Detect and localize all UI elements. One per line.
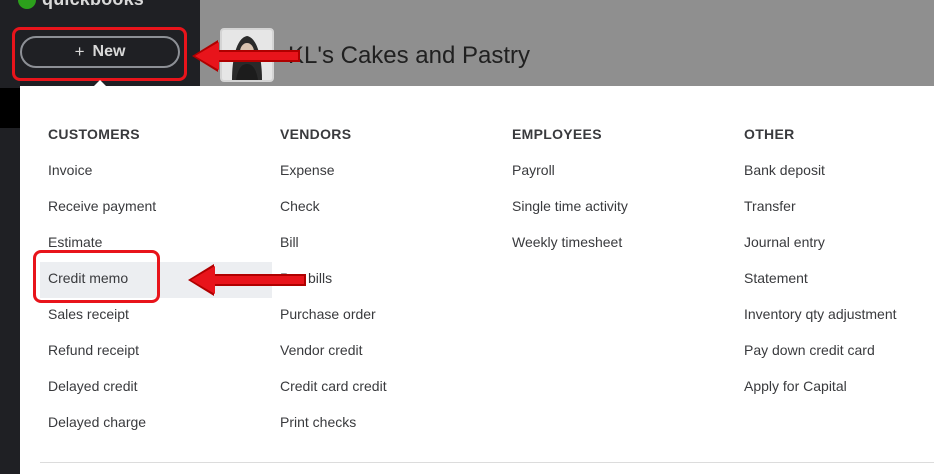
menu-item-vendor-credit[interactable]: Vendor credit	[280, 342, 387, 378]
menu-item-delayed-charge[interactable]: Delayed charge	[48, 414, 156, 450]
menu-item-refund-receipt[interactable]: Refund receipt	[48, 342, 156, 378]
menu-item-apply-for-capital[interactable]: Apply for Capital	[744, 378, 897, 414]
menu-item-sales-receipt[interactable]: Sales receipt	[48, 306, 156, 342]
menu-item-purchase-order[interactable]: Purchase order	[280, 306, 387, 342]
menu-item-expense[interactable]: Expense	[280, 162, 387, 198]
menu-item-invoice[interactable]: Invoice	[48, 162, 156, 198]
menu-item-transfer[interactable]: Transfer	[744, 198, 897, 234]
menu-item-print-checks[interactable]: Print checks	[280, 414, 387, 450]
menu-item-weekly-timesheet[interactable]: Weekly timesheet	[512, 234, 628, 270]
new-button-callout	[12, 27, 187, 81]
column-heading-employees: EMPLOYEES	[512, 126, 602, 142]
menu-column-vendors: VENDORS Expense Check Bill Pay bills Pur…	[280, 126, 387, 450]
credit-memo-callout	[33, 250, 160, 303]
quickbooks-logo-icon	[18, 0, 36, 9]
column-heading-other: OTHER	[744, 126, 795, 142]
menu-item-credit-card-credit[interactable]: Credit card credit	[280, 378, 387, 414]
menu-item-payroll[interactable]: Payroll	[512, 162, 628, 198]
menu-item-statement[interactable]: Statement	[744, 270, 897, 306]
menu-item-check[interactable]: Check	[280, 198, 387, 234]
menu-item-bill[interactable]: Bill	[280, 234, 387, 270]
avatar-photo-icon	[222, 30, 272, 80]
sidebar-strip	[0, 88, 20, 128]
menu-column-employees: EMPLOYEES Payroll Single time activity W…	[512, 126, 628, 270]
company-name: KL's Cakes and Pastry	[288, 42, 531, 69]
menu-item-receive-payment[interactable]: Receive payment	[48, 198, 156, 234]
menu-item-delayed-credit[interactable]: Delayed credit	[48, 378, 156, 414]
company-avatar[interactable]	[220, 28, 274, 82]
menu-item-inventory-qty-adjustment[interactable]: Inventory qty adjustment	[744, 306, 897, 342]
column-heading-vendors: VENDORS	[280, 126, 352, 142]
quickbooks-logo[interactable]: quickbooks	[18, 0, 144, 9]
menu-item-single-time-activity[interactable]: Single time activity	[512, 198, 628, 234]
menu-item-pay-down-credit-card[interactable]: Pay down credit card	[744, 342, 897, 378]
menu-column-other: OTHER Bank deposit Transfer Journal entr…	[744, 126, 897, 414]
menu-divider	[40, 462, 934, 463]
menu-item-pay-bills[interactable]: Pay bills	[280, 270, 387, 306]
column-heading-customers: CUSTOMERS	[48, 126, 140, 142]
menu-item-journal-entry[interactable]: Journal entry	[744, 234, 897, 270]
menu-item-bank-deposit[interactable]: Bank deposit	[744, 162, 897, 198]
